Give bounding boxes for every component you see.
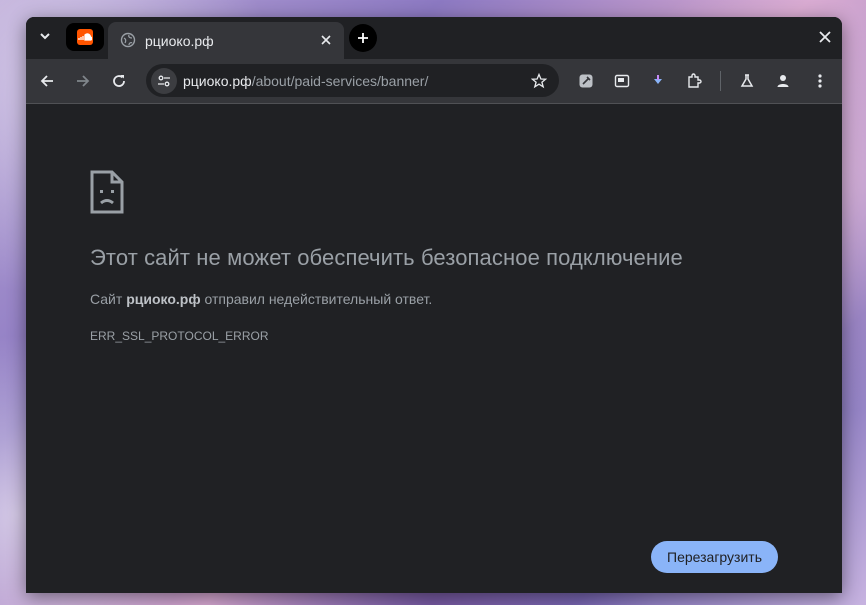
forward-arrow-icon[interactable] [69,67,97,95]
extensions-puzzle-icon[interactable] [680,67,708,95]
sad-page-icon [90,170,124,219]
address-bar[interactable]: рциоко.рф/about/paid-services/banner/ [146,64,559,97]
desc-suffix: отправил недействительный ответ. [200,291,433,307]
close-tab-icon[interactable] [316,30,336,50]
error-heading: Этот сайт не может обеспечить безопасное… [90,245,683,270]
desc-host: рциоко.рф [126,291,201,307]
error-page: Этот сайт не может обеспечить безопасное… [26,104,842,593]
url-text[interactable]: рциоко.рф/about/paid-services/banner/ [183,73,428,89]
desc-prefix: Сайт [90,291,127,307]
profile-avatar-icon[interactable] [769,67,797,95]
error-description: Сайт рциоко.рф отправил недействительный… [90,291,432,307]
tab-search-chevron-icon[interactable] [34,25,56,47]
site-info-tune-icon[interactable] [151,68,177,94]
pinned-tab[interactable] [66,23,104,51]
tab-active[interactable]: рциоко.рф [108,22,344,59]
picture-in-picture-icon[interactable] [608,67,636,95]
tab-strip: рциоко.рф [26,17,842,59]
globe-icon [120,32,136,48]
download-arrow-icon[interactable] [644,67,672,95]
reload-button[interactable]: Перезагрузить [651,541,778,573]
browser-window: рциоко.рф рциоко.рф/about/paid-services/… [26,17,842,593]
back-arrow-icon[interactable] [33,67,61,95]
window-close-icon[interactable] [815,27,835,47]
bookmark-star-icon[interactable] [527,69,551,93]
reload-icon[interactable] [105,67,133,95]
url-path: /about/paid-services/banner/ [251,73,429,89]
new-tab-plus-icon[interactable] [349,24,377,52]
soundcloud-icon [77,29,93,45]
menu-kebab-icon[interactable] [806,67,834,95]
labs-flask-icon[interactable] [733,67,761,95]
url-host: рциоко.рф [183,73,252,89]
toolbar-divider [720,71,721,91]
toolbar: рциоко.рф/about/paid-services/banner/ [26,59,842,104]
error-code: ERR_SSL_PROTOCOL_ERROR [90,329,269,343]
extension-notes-icon[interactable] [572,67,600,95]
tab-title: рциоко.рф [145,33,214,49]
